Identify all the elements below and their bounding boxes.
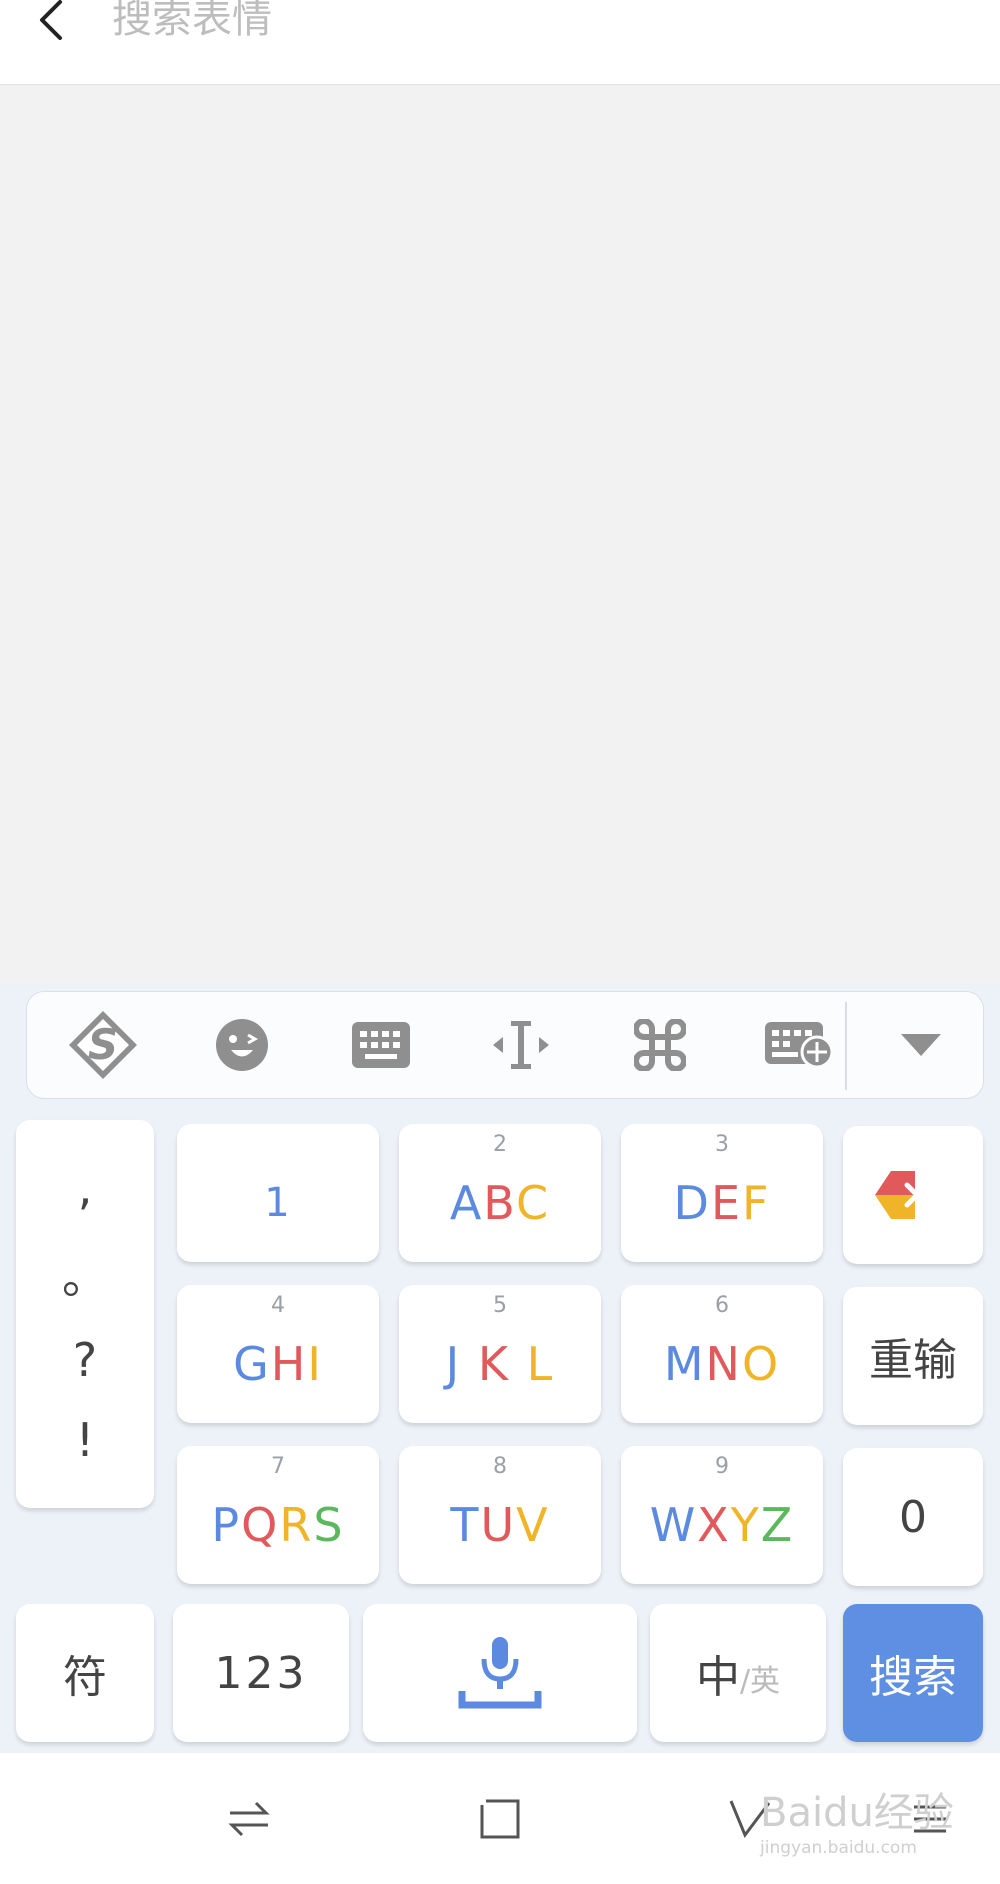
- key-1-label: 1: [264, 1180, 292, 1226]
- punctuation-column[interactable]: , 。 ? !: [16, 1120, 154, 1508]
- delete-icon: [843, 1126, 983, 1264]
- zero-key[interactable]: 0: [843, 1448, 983, 1586]
- search-header: [0, 0, 1000, 85]
- back-arrow-icon[interactable]: [30, 0, 80, 50]
- search-key-label: 搜索: [869, 1652, 957, 1703]
- symbol-label: 符: [63, 1652, 107, 1703]
- key-2-letters: ABC: [449, 1176, 551, 1230]
- home-square-icon[interactable]: [450, 1753, 550, 1884]
- zero-label: 0: [899, 1491, 927, 1543]
- language-switch-key[interactable]: 中/英: [650, 1604, 826, 1742]
- keyboard-icon[interactable]: [326, 992, 436, 1098]
- switch-icon[interactable]: [199, 1753, 299, 1884]
- microphone-icon: [363, 1604, 637, 1742]
- collapse-icon[interactable]: [866, 992, 976, 1098]
- baidu-watermark: Baidu经验 jingyan.baidu.com: [760, 1780, 990, 1870]
- key-8-tuv[interactable]: 8 TUV: [399, 1446, 601, 1584]
- key-6-letters: MNO: [663, 1337, 781, 1391]
- key-9-number: 9: [715, 1454, 729, 1479]
- symbol-key[interactable]: 符: [16, 1604, 154, 1742]
- punct-period[interactable]: 。: [62, 1241, 108, 1307]
- svg-text:S: S: [88, 1020, 118, 1069]
- keyboard-settings-icon[interactable]: [745, 992, 855, 1098]
- key-4-number: 4: [271, 1293, 285, 1318]
- reenter-label: 重输: [869, 1335, 957, 1386]
- punct-exclamation[interactable]: !: [76, 1413, 94, 1467]
- language-secondary: /英: [739, 1664, 781, 1699]
- key-1[interactable]: 1: [177, 1124, 379, 1262]
- key-2-abc[interactable]: 2 ABC: [399, 1124, 601, 1262]
- key-5-jkl[interactable]: 5 J K L: [399, 1285, 601, 1423]
- watermark-line2: jingyan.baidu.com: [760, 1838, 917, 1858]
- key-3-letters: DEF: [673, 1176, 771, 1230]
- ime-keyboard: S , 。 ? ! 1 2 ABC 3 DEF 4 GHI 5 J K L 6 …: [0, 983, 1000, 1753]
- key-9-wxyz[interactable]: 9 WXYZ: [621, 1446, 823, 1584]
- key-8-number: 8: [493, 1454, 507, 1479]
- key-4-letters: GHI: [233, 1337, 323, 1391]
- search-input[interactable]: [112, 0, 632, 44]
- emoji-icon[interactable]: [187, 992, 297, 1098]
- key-7-letters: PQRS: [211, 1498, 345, 1552]
- cursor-move-icon[interactable]: [466, 992, 576, 1098]
- search-key[interactable]: 搜索: [843, 1604, 983, 1742]
- key-3-def[interactable]: 3 DEF: [621, 1124, 823, 1262]
- key-2-number: 2: [493, 1132, 507, 1157]
- content-area: [0, 85, 1000, 983]
- language-label: 中/英: [650, 1604, 826, 1742]
- language-primary: 中: [695, 1652, 740, 1703]
- keyboard-toolbar: S: [26, 991, 984, 1099]
- toolbar-divider: [845, 1002, 847, 1090]
- key-5-number: 5: [493, 1293, 507, 1318]
- voice-key[interactable]: [363, 1604, 637, 1742]
- key-6-number: 6: [715, 1293, 729, 1318]
- key-9-letters: WXYZ: [649, 1498, 795, 1552]
- command-icon[interactable]: [605, 992, 715, 1098]
- sogou-logo-icon[interactable]: S: [48, 992, 158, 1098]
- key-4-ghi[interactable]: 4 GHI: [177, 1285, 379, 1423]
- key-5-letters: J K L: [445, 1337, 555, 1391]
- key-7-number: 7: [271, 1454, 285, 1479]
- delete-key[interactable]: [843, 1126, 983, 1264]
- numeric-label: 123: [214, 1647, 308, 1699]
- numeric-key[interactable]: 123: [173, 1604, 349, 1742]
- key-3-number: 3: [715, 1132, 729, 1157]
- key-8-letters: TUV: [450, 1498, 550, 1552]
- reenter-key[interactable]: 重输: [843, 1287, 983, 1425]
- punct-comma[interactable]: ,: [78, 1161, 93, 1215]
- key-6-mno[interactable]: 6 MNO: [621, 1285, 823, 1423]
- watermark-line1: Baidu经验: [760, 1790, 954, 1836]
- key-7-pqrs[interactable]: 7 PQRS: [177, 1446, 379, 1584]
- punct-question[interactable]: ?: [73, 1333, 97, 1387]
